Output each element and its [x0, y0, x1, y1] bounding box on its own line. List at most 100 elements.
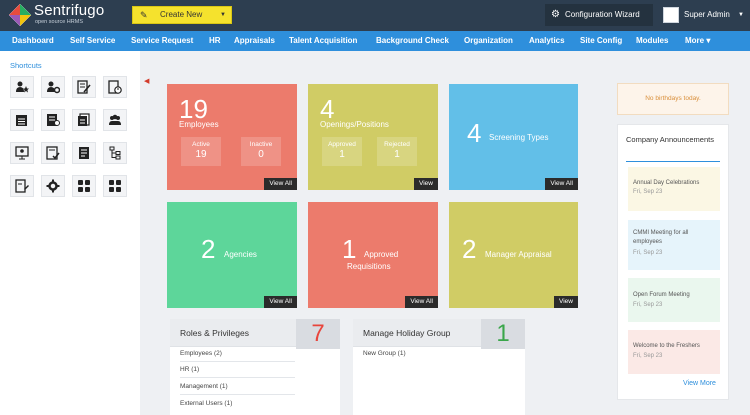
shortcut-document-edit[interactable] — [72, 76, 96, 98]
openings-tile: 4 Openings/Positions Approved 1 Rejected… — [308, 84, 438, 190]
role-item[interactable]: External Users (1) — [180, 400, 232, 407]
shortcut-settings[interactable] — [41, 175, 65, 197]
appraisal-view-button[interactable]: View — [554, 296, 578, 308]
nav-dashboard[interactable]: Dashboard — [12, 31, 54, 51]
shortcut-user-star[interactable] — [10, 76, 34, 98]
inactive-box: Inactive 0 — [241, 137, 281, 166]
openings-view-button[interactable]: View — [414, 178, 438, 190]
requisitions-view-all-button[interactable]: View All — [405, 296, 438, 308]
role-item[interactable]: Employees (2) — [180, 350, 222, 357]
rejected-value: 1 — [394, 149, 400, 160]
announcement-title: CMMI Meeting for all employees — [633, 230, 689, 245]
main-nav: Dashboard Self Service Service Request H… — [0, 31, 750, 51]
create-new-label: Create New — [160, 10, 203, 19]
nav-background-check[interactable]: Background Check — [376, 31, 449, 51]
report-icon — [79, 147, 89, 159]
announcement-title: Welcome to the Freshers — [633, 343, 700, 349]
collapse-sidebar-icon[interactable]: ◀ — [144, 77, 149, 85]
shortcut-monitor-user[interactable] — [10, 142, 34, 164]
nav-hr[interactable]: HR — [209, 31, 221, 51]
shortcut-org-tree[interactable] — [103, 142, 127, 164]
announcements-panel: Company Announcements Annual Day Celebra… — [617, 124, 729, 400]
title-underline — [626, 161, 720, 162]
nav-site-config[interactable]: Site Config — [580, 31, 622, 51]
role-item[interactable]: HR (1) — [180, 366, 199, 373]
requisitions-count: 1 — [342, 234, 357, 264]
rejected-label: Rejected — [384, 141, 410, 148]
nav-more[interactable]: More ▾ — [685, 31, 710, 51]
approved-box: Approved 1 — [322, 137, 362, 166]
shortcut-grid-1[interactable] — [72, 175, 96, 197]
shortcut-schedule[interactable] — [103, 76, 127, 98]
gear-icon — [46, 179, 60, 193]
document-pen-icon — [15, 179, 29, 193]
document-edit-icon — [77, 80, 91, 94]
logo-subtitle: open source HRMS — [35, 19, 83, 25]
screening-title: Screening Types — [489, 133, 549, 142]
announcement-date: Fri, Sep 23 — [633, 353, 663, 359]
employees-view-all-button[interactable]: View All — [264, 178, 297, 190]
employees-title: Employees — [179, 120, 219, 129]
appraisal-count: 2 — [462, 234, 477, 264]
shortcut-group[interactable] — [103, 109, 127, 131]
shortcut-users-gear[interactable] — [41, 76, 65, 98]
configuration-wizard-button[interactable]: ⚙ Configuration Wizard — [545, 4, 653, 26]
inactive-value: 0 — [258, 149, 264, 160]
shortcut-report[interactable] — [72, 142, 96, 164]
announcement-date: Fri, Sep 23 — [633, 250, 663, 256]
nav-analytics[interactable]: Analytics — [529, 31, 565, 51]
shortcut-document-pen[interactable] — [10, 175, 34, 197]
approved-requisitions-tile: 1 Approved Requisitions View All — [308, 202, 438, 308]
nav-talent-acquisition[interactable]: Talent Acquisition — [289, 31, 357, 51]
caret-down-icon: ▼ — [220, 12, 226, 18]
approved-value: 1 — [339, 149, 345, 160]
shortcut-checklist[interactable] — [41, 142, 65, 164]
view-more-link[interactable]: View More — [683, 380, 716, 387]
shortcut-calendar-list[interactable] — [10, 109, 34, 131]
schedule-icon — [108, 80, 122, 94]
shortcut-grid-2[interactable] — [103, 175, 127, 197]
active-label: Active — [192, 141, 210, 148]
nav-modules[interactable]: Modules — [636, 31, 668, 51]
announcement-card[interactable]: Open Forum Meeting Fri, Sep 23 — [628, 278, 720, 322]
divider — [180, 377, 295, 378]
pencil-icon: ✎ — [140, 10, 148, 20]
holiday-count: 1 — [481, 319, 525, 349]
nav-appraisals[interactable]: Appraisals — [234, 31, 275, 51]
logo-icon — [8, 3, 32, 27]
nav-self-service[interactable]: Self Service — [70, 31, 115, 51]
checklist-icon — [46, 146, 60, 160]
org-tree-icon — [109, 146, 121, 160]
monitor-user-icon — [15, 146, 29, 160]
avatar — [663, 7, 679, 23]
shortcut-document-person[interactable] — [41, 109, 65, 131]
documents-icon — [78, 113, 90, 126]
requisitions-title-line1: Approved — [364, 250, 399, 259]
agencies-count: 2 — [201, 234, 216, 264]
shortcuts-title: Shortcuts — [10, 61, 42, 70]
roles-panel-title: Roles & Privileges — [180, 328, 249, 338]
screening-count: 4 — [467, 118, 482, 148]
screening-view-all-button[interactable]: View All — [545, 178, 578, 190]
announcement-card[interactable]: Annual Day Celebrations Fri, Sep 23 — [628, 167, 720, 211]
approved-label: Approved — [328, 141, 356, 148]
nav-service-request[interactable]: Service Request — [131, 31, 193, 51]
announcement-card[interactable]: CMMI Meeting for all employees Fri, Sep … — [628, 220, 720, 270]
announcement-card[interactable]: Welcome to the Freshers Fri, Sep 23 — [628, 330, 720, 374]
birthday-notice: No birthdays today. — [617, 83, 729, 115]
create-new-button[interactable]: ✎ Create New ▼ — [132, 6, 232, 24]
grid-icon — [78, 180, 90, 192]
role-item[interactable]: Management (1) — [180, 383, 228, 390]
holiday-group-item[interactable]: New Group (1) — [363, 350, 406, 357]
agencies-view-all-button[interactable]: View All — [264, 296, 297, 308]
announcement-title: Annual Day Celebrations — [633, 180, 700, 186]
group-icon — [109, 114, 121, 125]
shortcut-documents[interactable] — [72, 109, 96, 131]
requisitions-title-line2: Requisitions — [347, 262, 391, 271]
nav-organization[interactable]: Organization — [464, 31, 513, 51]
divider — [180, 394, 295, 395]
shortcuts-sidebar: Shortcuts — [0, 51, 140, 415]
user-menu[interactable]: Super Admin ▼ — [656, 4, 750, 26]
roles-count: 7 — [296, 319, 340, 349]
calendar-list-icon — [16, 115, 27, 126]
